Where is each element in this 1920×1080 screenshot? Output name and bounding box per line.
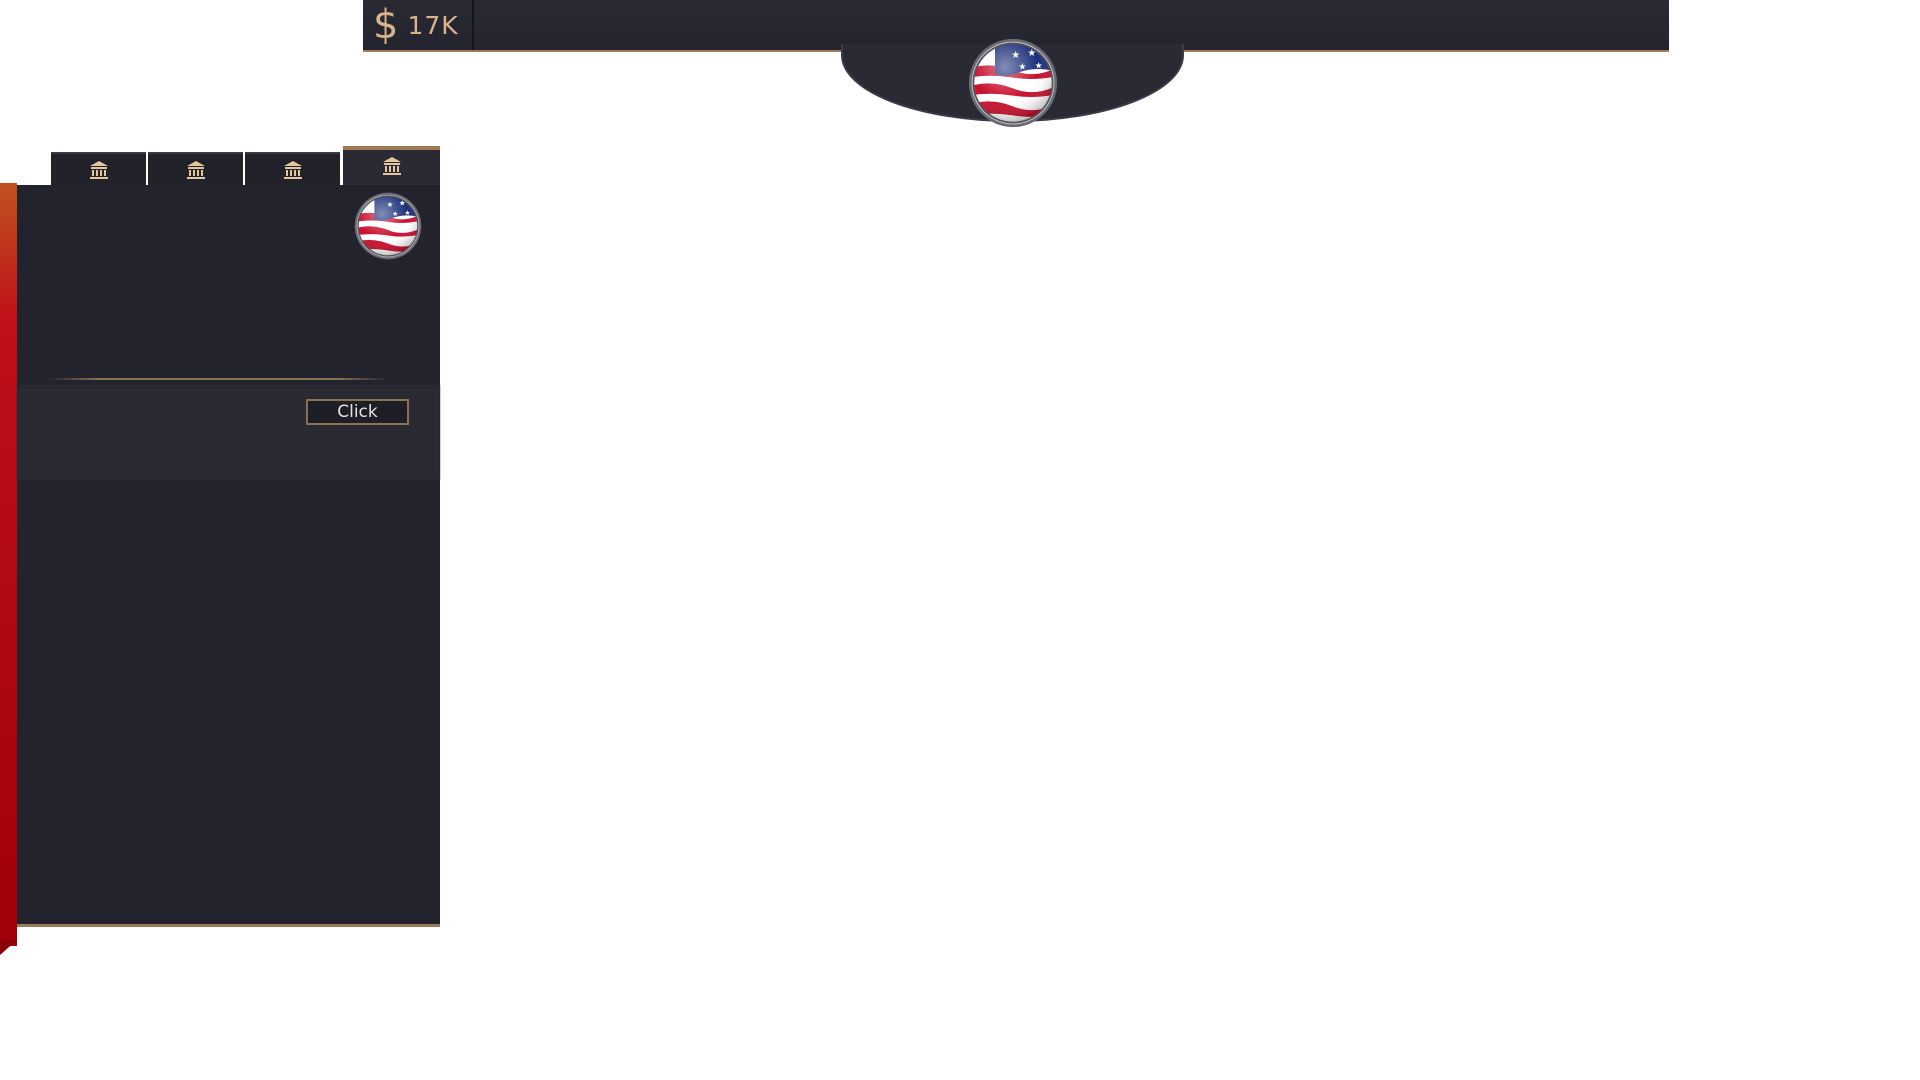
bank-icon (283, 161, 302, 179)
bank-icon (89, 161, 108, 179)
dollar-icon: $ (373, 2, 399, 48)
bank-icon (382, 157, 401, 175)
panel-tabs (51, 146, 440, 186)
usa-flag-icon[interactable] (354, 192, 422, 260)
usa-flag-icon[interactable] (968, 38, 1058, 128)
tab-bank-4[interactable] (343, 146, 440, 186)
panel-side-accent (0, 183, 17, 946)
click-button[interactable]: Click (306, 399, 409, 425)
tab-bank-1[interactable] (51, 152, 146, 186)
money-amount: 17K (407, 10, 459, 40)
tab-bank-3[interactable] (245, 152, 340, 186)
bank-icon (186, 161, 205, 179)
tab-bank-2[interactable] (148, 152, 243, 186)
money-display[interactable]: $ 17K (363, 0, 474, 50)
panel-divider (48, 378, 388, 380)
side-panel (17, 185, 440, 927)
panel-side-accent-tip (0, 940, 17, 955)
